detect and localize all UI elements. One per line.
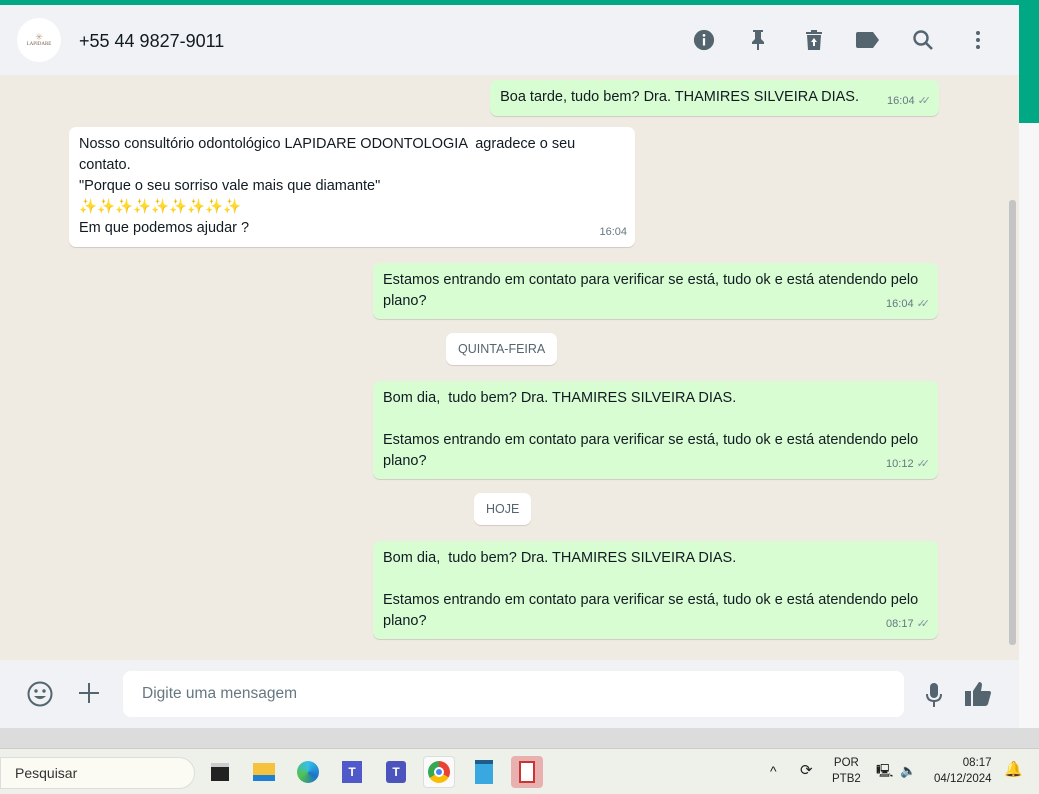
network-icon[interactable]: 🖳 bbox=[876, 763, 893, 779]
message-text: Bom dia, tudo bem? Dra. THAMIRES SILVEIR… bbox=[383, 550, 919, 629]
message-outgoing: Estamos entrando em contato para verific… bbox=[373, 263, 938, 319]
attach-plus-icon[interactable] bbox=[76, 680, 102, 706]
avatar[interactable]: ✳ LAPIDARE bbox=[17, 18, 61, 62]
message-incoming: Nosso consultório odontológico LAPIDARE … bbox=[69, 127, 635, 247]
message-text: Boa tarde, tudo bem? Dra. THAMIRES SILVE… bbox=[500, 89, 859, 105]
label-icon[interactable] bbox=[856, 28, 880, 52]
chrome-icon[interactable] bbox=[423, 756, 455, 788]
message-outgoing: Bom dia, tudo bem? Dra. THAMIRES SILVEIR… bbox=[373, 381, 938, 479]
double-check-icon: ✓✓ bbox=[916, 458, 931, 470]
clock-time: 08:17 bbox=[962, 757, 992, 769]
message-time: 10:12 bbox=[886, 458, 914, 470]
message-time: 16:04 bbox=[887, 95, 915, 107]
message-outgoing: Boa tarde, tudo bem? Dra. THAMIRES SILVE… bbox=[490, 80, 939, 116]
clock-date: 04/12/2024 bbox=[934, 773, 992, 785]
language-code: POR bbox=[833, 757, 859, 769]
message-text: Bom dia, tudo bem? Dra. THAMIRES SILVEIR… bbox=[383, 390, 919, 469]
message-list: Boa tarde, tudo bem? Dra. THAMIRES SILVE… bbox=[0, 75, 1019, 660]
search-label: Pesquisar bbox=[15, 765, 78, 781]
double-check-icon: ✓✓ bbox=[916, 298, 931, 310]
notification-bell-icon[interactable]: 🔔 bbox=[1004, 762, 1023, 778]
teams-icon[interactable]: T bbox=[380, 756, 412, 788]
contact-name[interactable]: +55 44 9827-9011 bbox=[79, 31, 224, 52]
menu-icon[interactable] bbox=[966, 28, 990, 52]
message-input[interactable]: Digite uma mensagem bbox=[123, 671, 904, 717]
taskbar-search[interactable]: Pesquisar bbox=[0, 757, 195, 789]
file-explorer-icon[interactable] bbox=[248, 756, 280, 788]
scrollbar[interactable] bbox=[1009, 200, 1016, 645]
thumbs-up-icon[interactable] bbox=[963, 680, 993, 708]
side-panel bbox=[1019, 123, 1039, 728]
windows-taskbar: Pesquisar T T ^ ⟳ POR PTB2 🖳 🔈 08:17 04/12… bbox=[0, 748, 1039, 794]
double-check-icon: ✓✓ bbox=[917, 95, 932, 107]
edge-icon[interactable] bbox=[292, 756, 324, 788]
task-view-icon[interactable] bbox=[204, 756, 236, 788]
teams-classic-icon[interactable]: T bbox=[336, 756, 368, 788]
date-divider: QUINTA-FEIRA bbox=[446, 333, 558, 365]
message-outgoing: Bom dia, tudo bem? Dra. THAMIRES SILVEIR… bbox=[373, 541, 938, 639]
date-divider: HOJE bbox=[474, 493, 532, 525]
emoji-icon[interactable] bbox=[26, 680, 54, 708]
microphone-icon[interactable] bbox=[923, 681, 945, 709]
double-check-icon: ✓✓ bbox=[916, 618, 931, 630]
notepad-icon[interactable] bbox=[468, 756, 500, 788]
message-time: 08:17 bbox=[886, 618, 914, 630]
sync-icon[interactable]: ⟳ bbox=[800, 763, 813, 779]
compose-bar: Digite uma mensagem bbox=[0, 660, 1019, 728]
whatsapp-window: ✳ LAPIDARE +55 44 9827-9011 Boa tarde, tu… bbox=[0, 5, 1019, 728]
chat-header: ✳ LAPIDARE +55 44 9827-9011 bbox=[0, 5, 1019, 75]
message-time: 16:04 bbox=[599, 226, 627, 238]
volume-icon[interactable]: 🔈 bbox=[900, 763, 916, 779]
language-indicator[interactable]: POR PTB2 bbox=[832, 755, 861, 787]
delete-icon[interactable] bbox=[802, 28, 826, 52]
message-text: Nosso consultório odontológico LAPIDARE … bbox=[79, 136, 576, 236]
side-strip bbox=[1019, 5, 1039, 123]
info-icon[interactable] bbox=[692, 28, 716, 52]
show-hidden-icons-icon[interactable]: ^ bbox=[770, 763, 777, 779]
message-text: Estamos entrando em contato para verific… bbox=[383, 272, 923, 309]
pin-icon[interactable] bbox=[746, 28, 770, 52]
avatar-logo-text: LAPIDARE bbox=[26, 42, 52, 47]
keyboard-layout: PTB2 bbox=[832, 773, 861, 785]
search-icon[interactable] bbox=[911, 28, 935, 52]
message-time: 16:04 bbox=[886, 298, 914, 310]
snipping-tool-icon[interactable] bbox=[511, 756, 543, 788]
clock[interactable]: 08:17 04/12/2024 bbox=[934, 755, 992, 787]
